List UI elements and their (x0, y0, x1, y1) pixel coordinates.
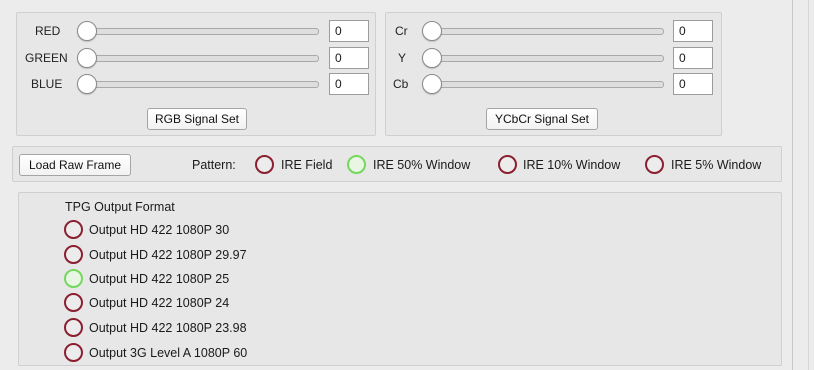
output-1080p25-label[interactable]: Output HD 422 1080P 25 (89, 272, 229, 286)
output-1080p2398-radio[interactable] (64, 318, 83, 337)
cr-label: Cr (395, 24, 408, 38)
pattern-bar: Load Raw Frame Pattern: IRE Field IRE 50… (12, 146, 782, 182)
output-3g-1080p60-label[interactable]: Output 3G Level A 1080P 60 (89, 346, 247, 360)
pattern-label: Pattern: (192, 158, 236, 172)
output-1080p24-radio[interactable] (64, 293, 83, 312)
green-slider-track[interactable] (79, 55, 319, 62)
red-slider-thumb[interactable] (77, 21, 97, 41)
cb-value-field[interactable]: 0 (673, 73, 713, 95)
output-1080p30-label[interactable]: Output HD 422 1080P 30 (89, 223, 229, 237)
y-label: Y (398, 51, 407, 65)
red-slider-row: RED 0 (17, 19, 375, 43)
y-slider-track[interactable] (424, 55, 664, 62)
ire-5-window-label[interactable]: IRE 5% Window (671, 158, 761, 172)
output-1080p2997-radio[interactable] (64, 245, 83, 264)
y-slider-row: Y 0 (386, 46, 721, 70)
green-slider-thumb[interactable] (77, 48, 97, 68)
green-value-field[interactable]: 0 (329, 47, 369, 69)
green-label: GREEN (25, 51, 68, 65)
tpg-output-format-panel: TPG Output Format Output HD 422 1080P 30… (18, 192, 782, 366)
ire-10-window-radio[interactable] (498, 155, 517, 174)
window-divider (792, 0, 793, 370)
ycbcr-panel: Cr 0 Y 0 Cb 0 YCbCr Signal Set (385, 12, 722, 136)
blue-label: BLUE (31, 77, 63, 91)
cb-slider-track[interactable] (424, 81, 664, 88)
cr-value-field[interactable]: 0 (673, 20, 713, 42)
ire-50-window-radio[interactable] (347, 155, 366, 174)
output-1080p30-radio[interactable] (64, 220, 83, 239)
ire-5-window-radio[interactable] (645, 155, 664, 174)
cr-slider-thumb[interactable] (422, 21, 442, 41)
output-1080p2398-label[interactable]: Output HD 422 1080P 23.98 (89, 321, 247, 335)
output-1080p24-label[interactable]: Output HD 422 1080P 24 (89, 296, 229, 310)
cb-slider-row: Cb 0 (386, 72, 721, 96)
load-raw-frame-button[interactable]: Load Raw Frame (19, 154, 131, 176)
y-slider-thumb[interactable] (422, 48, 442, 68)
red-label: RED (35, 24, 61, 38)
output-3g-1080p60-radio[interactable] (64, 343, 83, 362)
tpg-output-format-title: TPG Output Format (65, 200, 175, 214)
red-slider-track[interactable] (79, 28, 319, 35)
output-1080p25-radio[interactable] (64, 269, 83, 288)
rgb-panel: RED 0 GREEN 0 BLUE 0 RGB Signal Set (16, 12, 376, 136)
y-value-field[interactable]: 0 (673, 47, 713, 69)
blue-slider-row: BLUE 0 (17, 72, 375, 96)
output-1080p2997-label[interactable]: Output HD 422 1080P 29.97 (89, 248, 247, 262)
blue-slider-thumb[interactable] (77, 74, 97, 94)
cr-slider-track[interactable] (424, 28, 664, 35)
cb-label: Cb (393, 77, 409, 91)
blue-value-field[interactable]: 0 (329, 73, 369, 95)
rgb-signal-set-button[interactable]: RGB Signal Set (147, 108, 247, 130)
cr-slider-row: Cr 0 (386, 19, 721, 43)
ire-10-window-label[interactable]: IRE 10% Window (523, 158, 620, 172)
blue-slider-track[interactable] (79, 81, 319, 88)
red-value-field[interactable]: 0 (329, 20, 369, 42)
ire-field-label[interactable]: IRE Field (281, 158, 332, 172)
ire-50-window-label[interactable]: IRE 50% Window (373, 158, 470, 172)
cb-slider-thumb[interactable] (422, 74, 442, 94)
ire-field-radio[interactable] (255, 155, 274, 174)
window-divider (808, 0, 809, 370)
green-slider-row: GREEN 0 (17, 46, 375, 70)
ycbcr-signal-set-button[interactable]: YCbCr Signal Set (486, 108, 598, 130)
